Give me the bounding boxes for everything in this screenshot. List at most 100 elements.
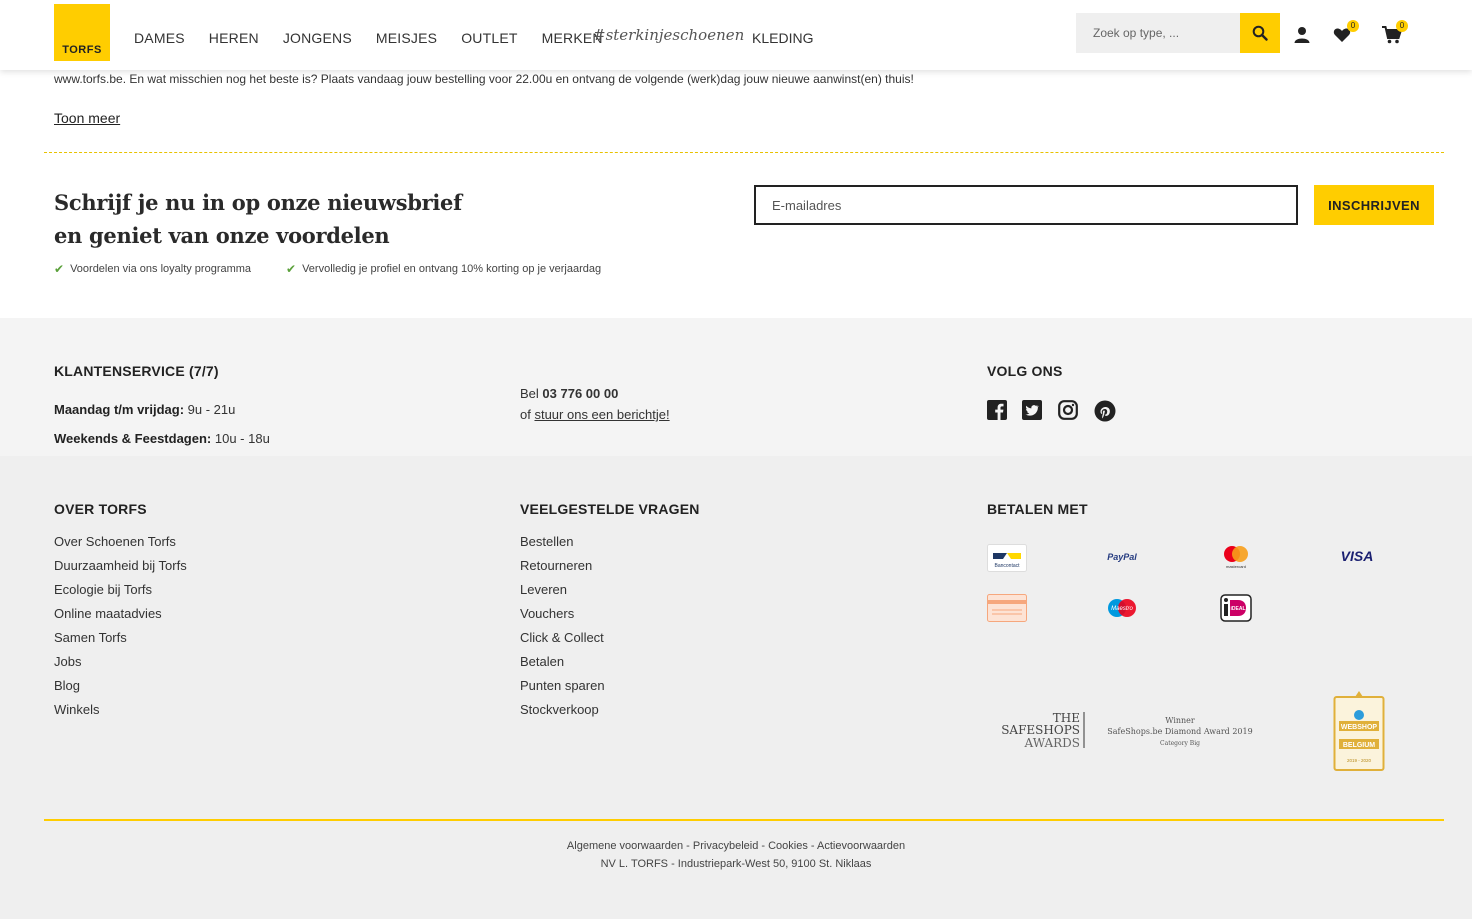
newsletter-benefit: ✔ Vervolledig je profiel en ontvang 10% … (286, 262, 601, 276)
message-line: of stuur ons een berichtje! (520, 407, 670, 422)
webshop-award-logo: WEBSHOP BELGIUM 2019 - 2020 (1333, 691, 1385, 771)
weekend-hours: Weekends & Feestdagen: 10u - 18u (54, 431, 270, 446)
webshop-badge-line1: WEBSHOP (1341, 724, 1378, 731)
message-link[interactable]: stuur ons een berichtje! (534, 407, 669, 422)
torfs-logo[interactable]: TORFS (54, 4, 110, 61)
legal-link[interactable]: Actievoorwaarden (817, 840, 905, 852)
benefit-text: Vervolledig je profiel en ontvang 10% ko… (302, 263, 602, 275)
safeshops-category: Category Big (1160, 740, 1200, 747)
webshop-award-badge[interactable]: WEBSHOP BELGIUM 2019 - 2020 (1333, 690, 1385, 772)
footer-link[interactable]: Vouchers (520, 607, 605, 631)
wishlist-button[interactable]: 0 (1333, 20, 1359, 44)
footer-link[interactable]: Duurzaamheid bij Torfs (54, 559, 187, 583)
paypal-label: PayPal (1107, 552, 1137, 562)
safeshops-winner: Winner (1165, 716, 1195, 725)
safeshops-award[interactable]: THE SAFESHOPS AWARDS Winner SafeShops.be Dia… (1000, 710, 1270, 757)
footer-link[interactable]: Online maatadvies (54, 607, 187, 631)
newsletter-title-line1: Schrijf je nu in op onze nieuwsbrief (54, 190, 462, 215)
webshop-badge-line2: BELGIUM (1343, 742, 1375, 749)
subscribe-button[interactable]: INSCHRIJVEN (1314, 185, 1434, 225)
visa-icon: VISA (1337, 542, 1377, 570)
nav-heren[interactable]: HEREN (209, 30, 259, 46)
cart-button[interactable]: 0 (1382, 20, 1408, 44)
nav-outlet[interactable]: OUTLET (461, 30, 517, 46)
email-field[interactable] (754, 185, 1298, 225)
weekday-label: Maandag t/m vrijdag: (54, 402, 185, 417)
phone-number[interactable]: 03 776 00 00 (542, 386, 618, 401)
over-torfs-heading: OVER TORFS (54, 501, 147, 517)
bel-prefix: Bel (520, 386, 543, 401)
check-icon: ✔ (54, 262, 65, 276)
search-input[interactable] (1076, 13, 1240, 53)
instagram-link[interactable] (1058, 400, 1078, 420)
footer-link[interactable]: Retourneren (520, 559, 605, 583)
search-icon (1252, 25, 1268, 41)
legal-separator: - (807, 840, 818, 852)
footer-link[interactable]: Samen Torfs (54, 631, 187, 655)
legal-separator: - (683, 840, 693, 852)
legal-links: Algemene voorwaarden - Privacybeleid - C… (0, 840, 1472, 852)
card-icon (987, 594, 1027, 622)
safeshops-award-logo: THESAFESHOPSAWARDSWinnerSafeShops.be Dia… (1001, 711, 1253, 750)
over-torfs-links: Over Schoenen Torfs Duurzaamheid bij Tor… (54, 535, 187, 727)
pinterest-link[interactable] (1094, 400, 1116, 422)
visa-label: VISA (1341, 548, 1374, 564)
footer-link[interactable]: Leveren (520, 583, 605, 607)
faq-heading: VEELGESTELDE VRAGEN (520, 501, 700, 517)
nav-dames[interactable]: DAMES (134, 30, 185, 46)
faq-links: Bestellen Retourneren Leveren Vouchers C… (520, 535, 605, 727)
nav-kleding[interactable]: KLEDING (752, 30, 813, 46)
newsletter-benefit: ✔ Voordelen via ons loyalty programma (54, 262, 251, 276)
footer-link[interactable]: Click & Collect (520, 631, 605, 655)
footer-link[interactable]: Punten sparen (520, 679, 605, 703)
site-header: TORFS DAMES HEREN JONGENS MEISJES OUTLET… (0, 0, 1472, 70)
footer-link[interactable]: Ecologie bij Torfs (54, 583, 187, 607)
payment-heading: BETALEN MET (987, 501, 1088, 517)
footer-link[interactable]: Blog (54, 679, 187, 703)
toon-meer-link[interactable]: Toon meer (54, 110, 120, 126)
legal-link[interactable]: Privacybeleid (693, 840, 758, 852)
maestro-icon: Maestro (1102, 594, 1142, 622)
newsletter-title: Schrijf je nu in op onze nieuwsbrief en … (54, 186, 514, 252)
legal-link[interactable]: Algemene voorwaarden (567, 840, 683, 852)
search-button[interactable] (1240, 13, 1280, 53)
footer-link[interactable]: Winkels (54, 703, 187, 727)
weekday-hours: Maandag t/m vrijdag: 9u - 21u (54, 402, 235, 417)
search-box (1076, 13, 1280, 53)
of-prefix: of (520, 407, 535, 422)
mastercard-label: mastercard (1226, 564, 1246, 569)
bancontact-label: Bancontact (994, 563, 1020, 569)
footer-link[interactable]: Over Schoenen Torfs (54, 535, 187, 559)
paypal-icon: PayPal (1102, 542, 1142, 570)
footer-link[interactable]: Betalen (520, 655, 605, 679)
facebook-link[interactable] (987, 400, 1007, 420)
weekday-time: 9u - 21u (184, 402, 236, 417)
legal-link[interactable]: Cookies (768, 840, 808, 852)
footer-link[interactable]: Jobs (54, 655, 187, 679)
follow-heading: VOLG ONS (987, 363, 1063, 379)
nav-meisjes[interactable]: MEISJES (376, 30, 437, 46)
footer-link[interactable]: Bestellen (520, 535, 605, 559)
user-icon (1294, 27, 1310, 43)
twitter-link[interactable] (1022, 400, 1042, 420)
ideal-icon: iDEAL (1216, 594, 1256, 622)
facebook-icon (987, 400, 1007, 420)
nav-jongens[interactable]: JONGENS (283, 30, 352, 46)
ideal-label: iDEAL (1231, 606, 1246, 612)
newsletter-title-line2: en geniet van onze voordelen (54, 223, 390, 248)
dashed-divider (44, 152, 1444, 153)
company-address: NV L. TORFS - Industriepark-West 50, 910… (600, 858, 872, 870)
logo-text: TORFS (62, 44, 102, 56)
safeshops-name: SAFESHOPS (1001, 723, 1080, 737)
pinterest-icon (1094, 400, 1116, 422)
weekend-time: 10u - 18u (211, 431, 270, 446)
bancontact-icon: Bancontact (987, 544, 1027, 572)
nav-sterkinjeschoenen[interactable]: #sterkinjeschoenen (593, 26, 744, 44)
account-button[interactable] (1293, 26, 1311, 44)
benefit-text: Voordelen via ons loyalty programma (70, 263, 252, 275)
footer-link[interactable]: Stockverkoop (520, 703, 605, 727)
maestro-label: Maestro (1111, 606, 1133, 612)
check-icon: ✔ (286, 262, 297, 276)
cart-count-badge: 0 (1396, 20, 1408, 32)
mastercard-icon: mastercard (1216, 542, 1256, 570)
